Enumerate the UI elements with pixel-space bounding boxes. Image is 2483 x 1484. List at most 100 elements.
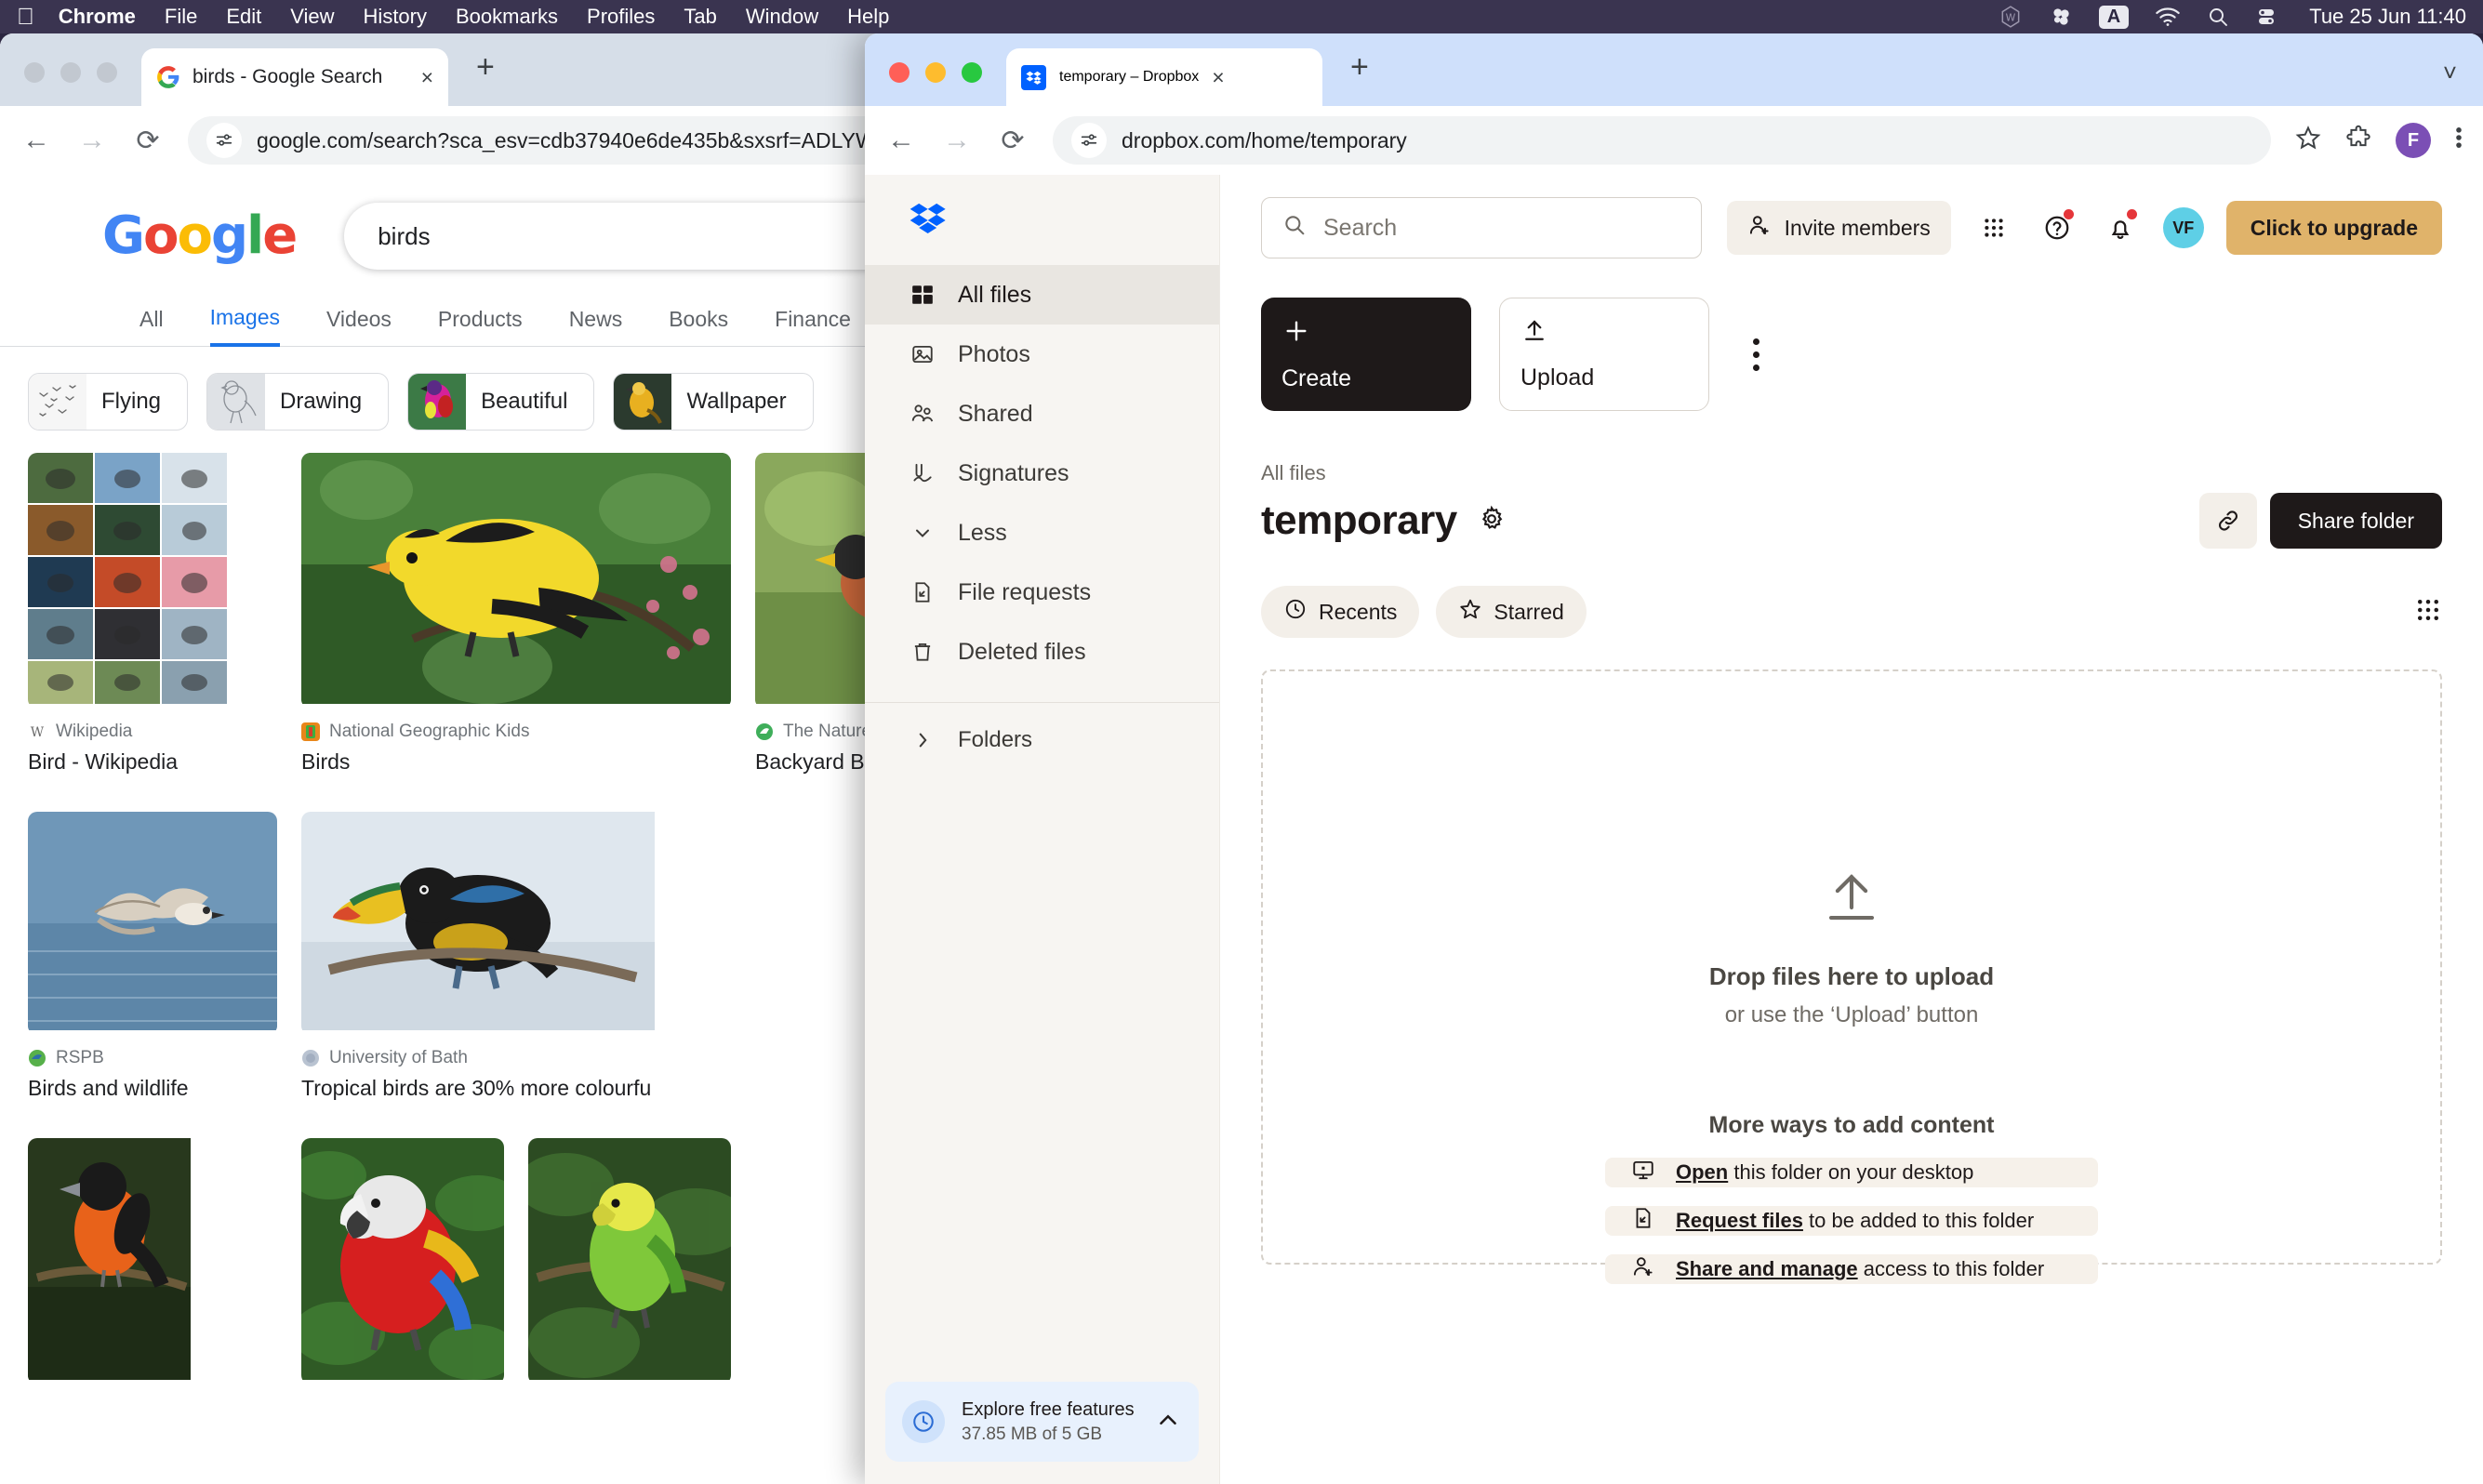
menu-item-chrome[interactable]: Chrome [59, 5, 136, 29]
sidebar-item-file-requests[interactable]: File requests [865, 563, 1219, 622]
tab-videos[interactable]: Videos [326, 307, 392, 345]
more-actions-button[interactable] [1737, 338, 1774, 371]
result-title[interactable]: Birds [301, 749, 731, 775]
explore-free-features-banner[interactable]: Explore free features 37.85 MB of 5 GB [885, 1382, 1199, 1462]
filter-starred[interactable]: Starred [1436, 586, 1587, 638]
result-image-bird-wikipedia[interactable] [28, 453, 277, 709]
new-tab-button[interactable]: + [476, 49, 495, 106]
file-dropzone[interactable]: Drop files here to upload or use the ‘Up… [1261, 669, 2442, 1284]
share-folder-button[interactable]: Share folder [2269, 493, 2442, 549]
browser-tab-google[interactable]: birds - Google Search × [141, 48, 448, 106]
result-image-parakeet[interactable] [528, 1138, 731, 1385]
minimize-window-button[interactable] [925, 62, 946, 83]
menu-item-window[interactable]: Window [746, 5, 818, 29]
chevron-down-icon[interactable]: ˅ [2443, 59, 2457, 87]
wifi-icon[interactable] [2155, 7, 2181, 27]
request-files-row[interactable]: Request files to be added to this folder [1605, 1206, 2098, 1236]
chip-flying[interactable]: Flying [28, 373, 189, 431]
open-link[interactable]: Open [1676, 1160, 1728, 1184]
sidebar-item-deleted-files[interactable]: Deleted files [865, 622, 1219, 682]
result-title[interactable]: Birds and wildlife [28, 1076, 277, 1101]
gear-icon[interactable] [1478, 505, 1506, 537]
sidebar-item-all-files[interactable]: All files [865, 265, 1219, 325]
back-button[interactable]: ← [885, 125, 917, 156]
reload-button[interactable]: ⟳ [132, 125, 164, 157]
forward-button[interactable]: → [76, 125, 108, 156]
site-info-icon[interactable] [206, 123, 242, 158]
menu-item-help[interactable]: Help [847, 5, 889, 29]
window-traffic-lights-dropbox[interactable] [889, 62, 982, 106]
chip-wallpaper[interactable]: Wallpaper [613, 373, 814, 431]
result-title[interactable]: Bird - Wikipedia [28, 749, 277, 775]
keyboard-layout-A-icon[interactable]: A [2098, 5, 2130, 29]
tab-finance[interactable]: Finance [775, 307, 851, 345]
minimize-window-button[interactable] [60, 62, 81, 83]
create-button[interactable]: Create [1261, 298, 1471, 411]
window-traffic-lights[interactable] [24, 62, 117, 106]
tab-images[interactable]: Images [209, 305, 280, 347]
menu-item-bookmarks[interactable]: Bookmarks [456, 5, 558, 29]
result-image-rspb[interactable] [28, 812, 277, 1035]
profile-avatar[interactable]: F [2396, 123, 2431, 158]
wacom-icon[interactable]: W [1998, 5, 2023, 29]
user-avatar[interactable]: VF [2162, 207, 2204, 248]
menu-item-tab[interactable]: Tab [684, 5, 716, 29]
menu-item-view[interactable]: View [290, 5, 334, 29]
sidebar-item-photos[interactable]: Photos [865, 325, 1219, 384]
copy-link-button[interactable] [2198, 493, 2257, 549]
share-and-manage-row[interactable]: Share and manage access to this folder [1605, 1254, 2098, 1284]
close-window-button[interactable] [24, 62, 45, 83]
chevron-up-icon[interactable] [1154, 1406, 1182, 1438]
result-image-toucan[interactable] [301, 812, 731, 1035]
upload-button[interactable]: Upload [1499, 298, 1709, 411]
site-info-icon[interactable] [1071, 123, 1107, 158]
grid-view-icon[interactable] [2414, 596, 2442, 629]
sidebar-item-less[interactable]: Less [865, 503, 1219, 563]
open-folder-on-desktop-row[interactable]: Open this folder on your desktop [1605, 1158, 2098, 1187]
maximize-window-button[interactable] [97, 62, 117, 83]
invite-members-button[interactable]: Invite members [1726, 201, 1951, 255]
result-image-goldfinch[interactable] [301, 453, 731, 709]
chip-beautiful[interactable]: Beautiful [407, 373, 595, 431]
forward-button[interactable]: → [941, 125, 973, 156]
tab-news[interactable]: News [569, 307, 623, 345]
tab-products[interactable]: Products [438, 307, 523, 345]
apple-icon[interactable]:  [17, 5, 34, 29]
search-input[interactable]: Search [1261, 197, 1702, 258]
result-image-macaw[interactable] [301, 1138, 504, 1385]
sidebar-item-signatures[interactable]: Signatures [865, 444, 1219, 503]
browser-tab-dropbox[interactable]: temporary – Dropbox × [1006, 48, 1322, 106]
close-tab-button[interactable]: × [1212, 65, 1224, 90]
menu-item-profiles[interactable]: Profiles [587, 5, 655, 29]
three-dot-menu-icon[interactable] [2455, 125, 2463, 157]
menu-bar-clock[interactable]: Tue 25 Jun 11:40 [2309, 5, 2466, 29]
new-tab-button[interactable]: + [1350, 49, 1369, 106]
google-logo[interactable]: Google [102, 210, 298, 262]
sidebar-item-folders[interactable]: Folders [865, 714, 1219, 766]
close-window-button[interactable] [889, 62, 910, 83]
control-center-icon[interactable] [2255, 6, 2277, 28]
share-and-manage-link[interactable]: Share and manage [1676, 1257, 1858, 1280]
grid-apps-icon[interactable] [1973, 207, 2014, 248]
menu-item-history[interactable]: History [364, 5, 427, 29]
request-files-link[interactable]: Request files [1676, 1209, 1803, 1232]
reload-button[interactable]: ⟳ [997, 125, 1029, 157]
result-title[interactable]: Tropical birds are 30% more colourfu [301, 1076, 731, 1101]
chip-drawing[interactable]: Drawing [206, 373, 390, 431]
result-image-oriole[interactable] [28, 1138, 277, 1385]
sidebar-item-shared[interactable]: Shared [865, 384, 1219, 444]
address-bar[interactable]: dropbox.com/home/temporary [1053, 116, 2271, 165]
menu-item-file[interactable]: File [165, 5, 197, 29]
filter-recents[interactable]: Recents [1261, 586, 1420, 638]
question-circle-icon[interactable] [2037, 207, 2078, 248]
dropbox-logo-icon[interactable] [865, 175, 1219, 265]
menu-item-edit[interactable]: Edit [226, 5, 261, 29]
tab-books[interactable]: Books [669, 307, 728, 345]
clover-icon[interactable] [2049, 5, 2073, 29]
bell-icon[interactable] [2100, 207, 2141, 248]
back-button[interactable]: ← [20, 125, 52, 156]
close-tab-button[interactable]: × [421, 65, 433, 90]
breadcrumb[interactable]: All files [1261, 461, 2442, 485]
star-icon[interactable] [2295, 125, 2321, 157]
tab-all[interactable]: All [139, 307, 164, 345]
